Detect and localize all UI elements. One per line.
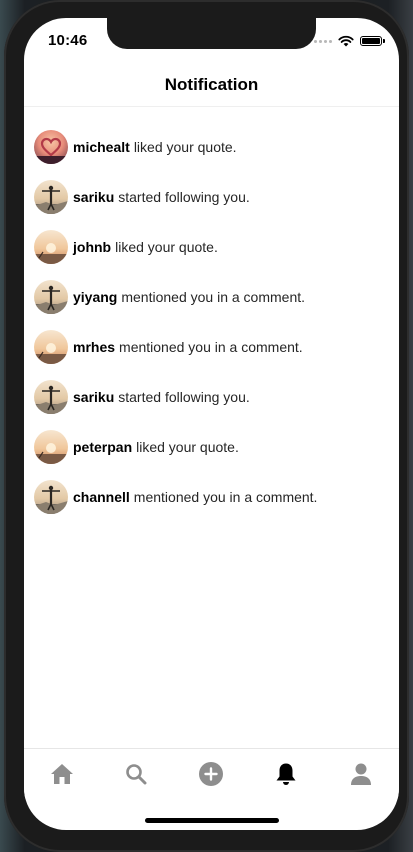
profile-icon <box>351 763 371 785</box>
notification-row[interactable]: michealt liked your quote. <box>24 122 399 172</box>
notification-action: mentioned you in a comment. <box>121 289 306 305</box>
notification-action: mentioned you in a comment. <box>119 339 303 355</box>
tab-profile[interactable] <box>348 761 374 787</box>
notification-row[interactable]: peterpan liked your quote. <box>24 422 399 472</box>
tab-bar <box>24 748 399 799</box>
notification-text: mrhes mentioned you in a comment. <box>73 339 303 355</box>
status-icons <box>314 35 385 47</box>
username-link[interactable]: johnb <box>73 239 111 255</box>
username-link[interactable]: peterpan <box>73 439 132 455</box>
signal-icon <box>314 39 332 43</box>
notification-text: sariku started following you. <box>73 389 250 405</box>
avatar[interactable] <box>34 430 68 464</box>
notification-action: started following you. <box>118 189 250 205</box>
tab-search[interactable] <box>123 761 149 787</box>
notification-row[interactable]: johnb liked your quote. <box>24 222 399 272</box>
page-title: Notification <box>164 75 259 94</box>
avatar[interactable] <box>34 330 68 364</box>
username-link[interactable]: michealt <box>73 139 130 155</box>
notification-row[interactable]: channell mentioned you in a comment. <box>24 472 399 522</box>
notch <box>107 18 316 49</box>
nav-header: Notification <box>24 66 399 107</box>
tab-notifications[interactable] <box>273 761 299 787</box>
username-link[interactable]: yiyang <box>73 289 117 305</box>
username-link[interactable]: sariku <box>73 389 114 405</box>
notification-text: michealt liked your quote. <box>73 139 237 155</box>
notification-action: liked your quote. <box>136 439 239 455</box>
notification-row[interactable]: mrhes mentioned you in a comment. <box>24 322 399 372</box>
notification-text: peterpan liked your quote. <box>73 439 239 455</box>
username-link[interactable]: mrhes <box>73 339 115 355</box>
notification-row[interactable]: sariku started following you. <box>24 372 399 422</box>
avatar[interactable] <box>34 230 68 264</box>
avatar[interactable] <box>34 180 68 214</box>
avatar[interactable] <box>34 280 68 314</box>
notification-list: michealt liked your quote. sariku started f… <box>24 122 399 522</box>
notification-row[interactable]: sariku started following you. <box>24 172 399 222</box>
tab-home[interactable] <box>49 761 75 787</box>
notification-text: johnb liked your quote. <box>73 239 218 255</box>
phone-screen: 10:46 Notification michealt liked your qu… <box>24 18 399 830</box>
phone-frame: 10:46 Notification michealt liked your qu… <box>4 0 409 852</box>
notification-action: liked your quote. <box>133 139 237 155</box>
notification-text: yiyang mentioned you in a comment. <box>73 289 305 305</box>
wifi-icon <box>338 35 354 47</box>
home-indicator[interactable] <box>145 818 279 823</box>
battery-icon <box>360 36 385 46</box>
notification-text: channell mentioned you in a comment. <box>73 489 317 505</box>
username-link[interactable]: channell <box>73 489 130 505</box>
avatar[interactable] <box>34 380 68 414</box>
home-icon <box>51 764 73 784</box>
username-link[interactable]: sariku <box>73 189 114 205</box>
notification-action: started following you. <box>118 389 250 405</box>
notification-action: liked your quote. <box>115 239 218 255</box>
add-icon <box>199 762 223 786</box>
bell-icon <box>276 763 296 785</box>
notification-text: sariku started following you. <box>73 189 250 205</box>
avatar[interactable] <box>34 130 68 164</box>
notification-action: mentioned you in a comment. <box>133 489 318 505</box>
search-icon <box>126 764 147 785</box>
avatar[interactable] <box>34 480 68 514</box>
status-time: 10:46 <box>48 32 88 49</box>
notification-row[interactable]: yiyang mentioned you in a comment. <box>24 272 399 322</box>
tab-add[interactable] <box>198 761 224 787</box>
